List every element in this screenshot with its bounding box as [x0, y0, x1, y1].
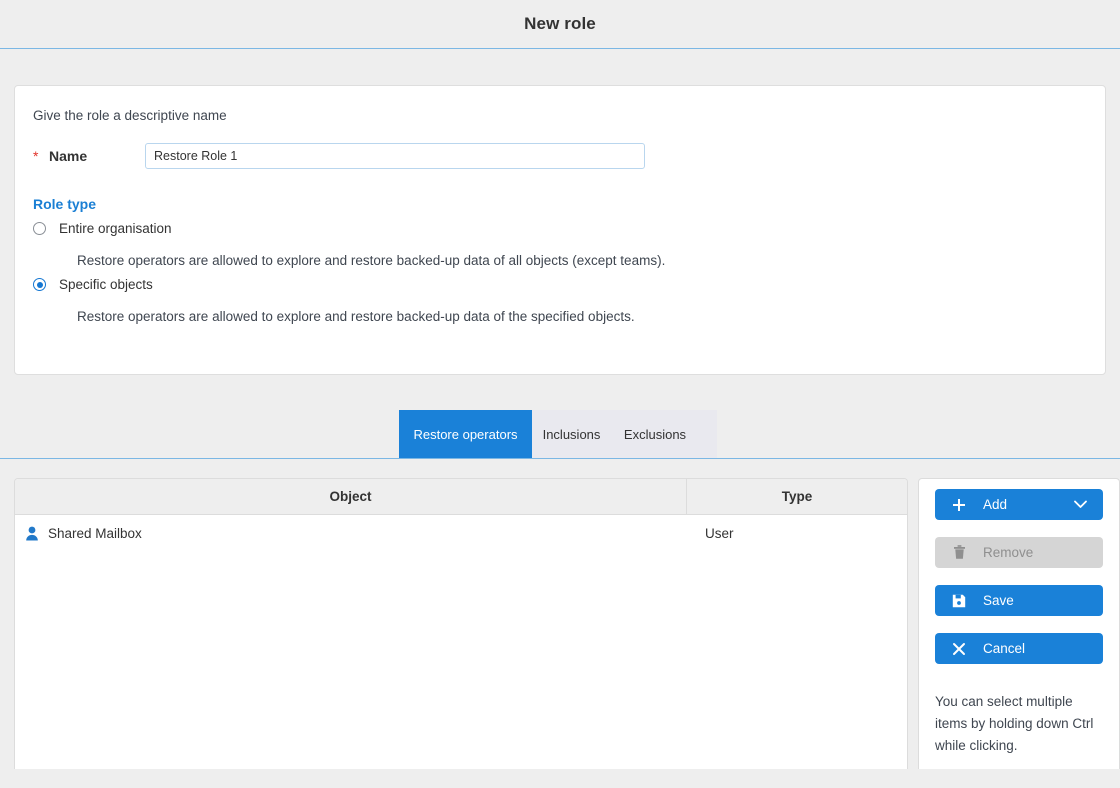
tab-restore-operators-label: Restore operators [413, 426, 518, 442]
radio-specific-objects[interactable]: Specific objects [15, 277, 1105, 292]
tab-inclusions-label: Inclusions [542, 426, 601, 442]
radio-entire-organisation-label: Entire organisation [59, 221, 172, 236]
cell-object-text: Shared Mailbox [48, 525, 142, 541]
radio-entire-organisation[interactable]: Entire organisation [15, 221, 1105, 236]
cancel-button-label: Cancel [983, 641, 1026, 656]
tab-bar: Restore operators Inclusions Exclusions [0, 410, 1120, 459]
user-icon [25, 526, 39, 541]
column-header-object[interactable]: Object [15, 479, 687, 514]
tab-exclusions-label: Exclusions [623, 426, 687, 442]
objects-table: Object Type Shared Mailbox User [14, 478, 908, 769]
name-label: Name [49, 148, 88, 164]
cancel-button[interactable]: Cancel [935, 633, 1103, 664]
window-titlebar: New role [0, 0, 1120, 49]
save-button[interactable]: Save [935, 585, 1103, 616]
trash-icon [935, 545, 983, 560]
required-asterisk: * [33, 148, 39, 164]
cell-type: User [705, 525, 734, 541]
tab-bar-filler [699, 410, 717, 458]
role-name-input[interactable] [145, 143, 645, 169]
radio-entire-organisation-description: Restore operators are allowed to explore… [77, 253, 666, 268]
radio-circle-selected-icon [33, 278, 46, 291]
save-button-label: Save [983, 593, 1014, 608]
multi-select-help-text: You can select multiple items by holding… [935, 694, 1094, 753]
radio-specific-objects-label: Specific objects [59, 277, 153, 292]
add-dropdown-toggle[interactable] [1057, 500, 1103, 509]
cell-object: Shared Mailbox [15, 526, 687, 541]
role-type-heading: Role type [33, 196, 97, 212]
table-row[interactable]: Shared Mailbox User [15, 515, 907, 551]
name-field-row: * Name [15, 143, 1105, 169]
objects-section: Object Type Shared Mailbox User Add Remo… [0, 459, 1120, 769]
plus-icon [935, 498, 983, 512]
add-button-label: Add [983, 497, 1008, 512]
table-header-row: Object Type [15, 479, 907, 515]
role-details-card: Give the role a descriptive name * Name … [14, 85, 1106, 375]
name-hint-text: Give the role a descriptive name [33, 108, 227, 123]
floppy-disk-icon [935, 594, 983, 608]
actions-panel: Add Remove Save Cancel You can select mu… [918, 478, 1120, 769]
close-x-icon [935, 642, 983, 656]
remove-button[interactable]: Remove [935, 537, 1103, 568]
chevron-down-icon [1073, 500, 1087, 508]
tab-exclusions[interactable]: Exclusions [611, 410, 699, 458]
radio-specific-objects-description: Restore operators are allowed to explore… [77, 309, 635, 324]
radio-circle-icon [33, 222, 46, 235]
remove-button-label: Remove [983, 545, 1034, 560]
page-title: New role [524, 14, 596, 33]
tab-inclusions[interactable]: Inclusions [532, 410, 611, 458]
column-header-type[interactable]: Type [687, 479, 907, 514]
add-button[interactable]: Add [935, 489, 1103, 520]
tab-restore-operators[interactable]: Restore operators [399, 410, 532, 458]
